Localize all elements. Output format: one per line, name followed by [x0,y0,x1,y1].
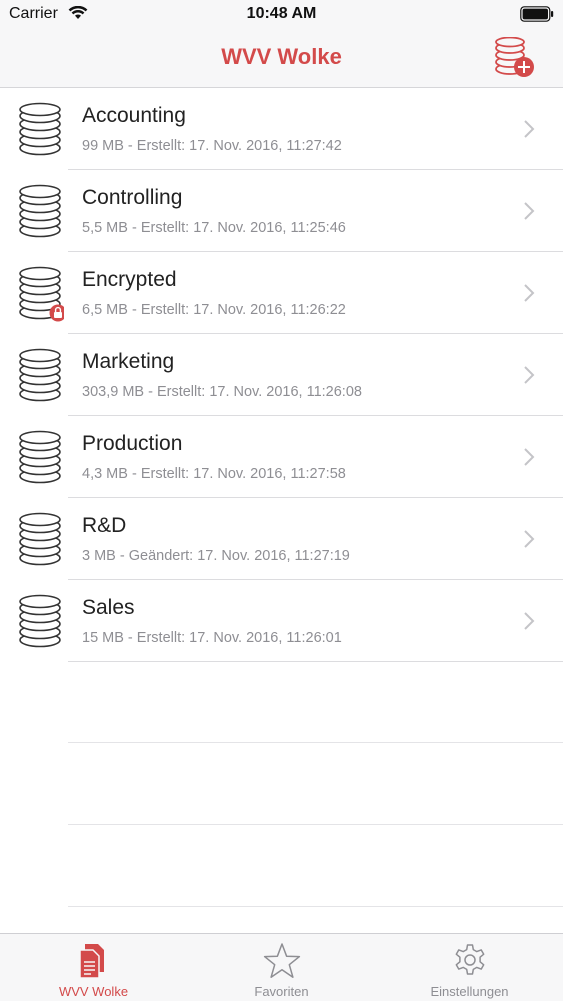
database-meta: 303,9 MB - Erstellt: 17. Nov. 2016, 11:2… [82,384,362,400]
database-icon [18,184,64,245]
database-icon [18,594,64,655]
clock: 10:48 AM [246,5,317,22]
database-row[interactable]: Controlling 5,5 MB - Erstellt: 17. Nov. … [0,170,563,252]
chevron-right-icon [522,364,536,391]
star-icon [188,942,375,985]
database-row[interactable]: Production 4,3 MB - Erstellt: 17. Nov. 2… [0,416,563,498]
database-name: Production [82,432,183,455]
database-meta: 15 MB - Erstellt: 17. Nov. 2016, 11:26:0… [82,630,342,646]
battery-icon [520,6,554,27]
database-row[interactable]: R&D 3 MB - Geändert: 17. Nov. 2016, 11:2… [0,498,563,580]
database-icon [18,430,64,491]
database-name: Marketing [82,350,175,373]
database-name: Controlling [82,186,183,209]
tab-label: WVV Wolke [58,984,129,999]
add-database-button[interactable] [492,36,536,84]
tab-wvv-wolke[interactable]: WVV Wolke [0,934,187,1001]
divider [68,906,563,907]
database-name: Sales [82,596,135,619]
chevron-right-icon [522,528,536,555]
database-list: Accounting 99 MB - Erstellt: 17. Nov. 20… [0,88,563,662]
documents-icon [0,942,187,985]
database-row[interactable]: Accounting 99 MB - Erstellt: 17. Nov. 20… [0,88,563,170]
chevron-right-icon [522,610,536,637]
database-name: Accounting [82,104,186,127]
chevron-right-icon [522,282,536,309]
top-bar: Carrier 10:48 AM WVV Wolke [0,0,563,88]
database-meta: 6,5 MB - Erstellt: 17. Nov. 2016, 11:26:… [82,302,346,318]
database-row[interactable]: Marketing 303,9 MB - Erstellt: 17. Nov. … [0,334,563,416]
divider [68,661,563,662]
database-icon [18,266,67,327]
tab-favoriten[interactable]: Favoriten [188,934,375,1001]
database-meta: 4,3 MB - Erstellt: 17. Nov. 2016, 11:27:… [82,466,346,482]
database-meta: 3 MB - Geändert: 17. Nov. 2016, 11:27:19 [82,548,350,564]
tab-einstellungen[interactable]: Einstellungen [376,934,563,1001]
database-name: R&D [82,514,127,537]
database-icon [18,348,64,409]
database-icon [18,102,64,163]
page-title: WVV Wolke [221,44,342,69]
gear-icon [376,942,563,983]
tab-label: Einstellungen [430,984,509,999]
chevron-right-icon [522,118,536,145]
database-row[interactable]: Encrypted 6,5 MB - Erstellt: 17. Nov. 20… [0,252,563,334]
divider [68,824,563,825]
database-meta: 5,5 MB - Erstellt: 17. Nov. 2016, 11:25:… [82,220,346,236]
tab-label: Favoriten [254,984,309,999]
database-row[interactable]: Sales 15 MB - Erstellt: 17. Nov. 2016, 1… [0,580,563,662]
database-name: Encrypted [82,268,177,291]
add-database-icon [495,36,534,77]
database-meta: 99 MB - Erstellt: 17. Nov. 2016, 11:27:4… [82,138,342,154]
divider [68,742,563,743]
chevron-right-icon [522,200,536,227]
chevron-right-icon [522,446,536,473]
status-bar: Carrier 10:48 AM [0,0,563,30]
tab-bar: WVV Wolke Favoriten Einstellungen [0,933,563,1001]
database-icon [18,512,64,573]
